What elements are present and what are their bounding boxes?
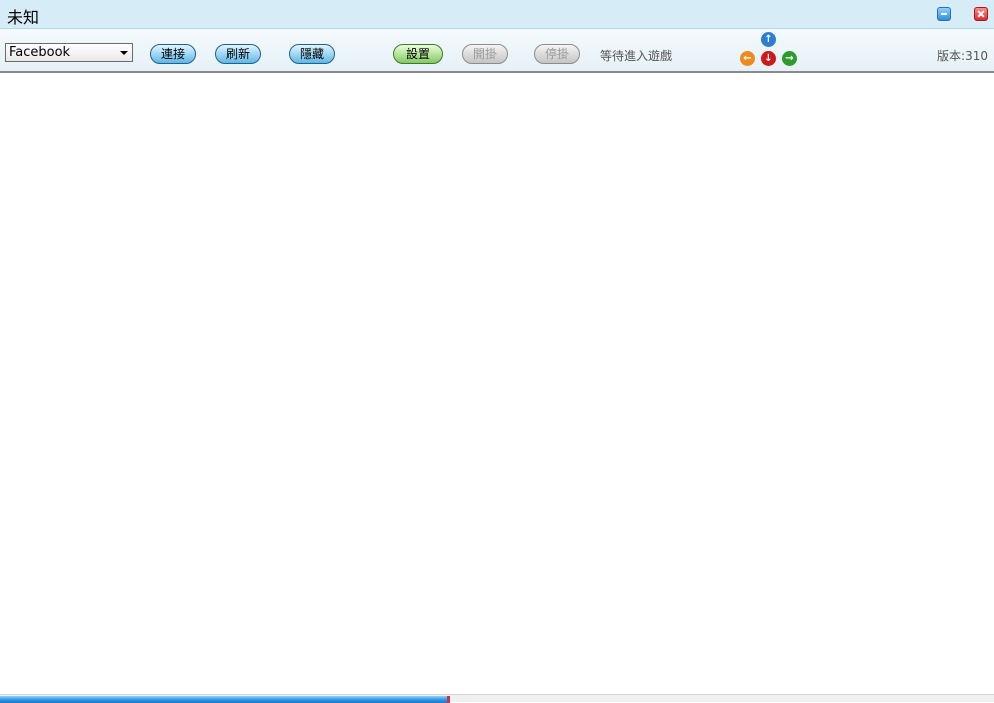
connect-button[interactable]: 連接: [150, 44, 196, 64]
progress-bar: [0, 694, 994, 703]
arrow-right-icon[interactable]: →: [782, 51, 797, 66]
hide-button[interactable]: 隱藏: [289, 44, 335, 64]
platform-select-value: Facebook: [9, 45, 71, 60]
arrow-down-icon[interactable]: ↓: [761, 51, 776, 66]
refresh-button[interactable]: 刷新: [215, 44, 261, 64]
platform-select[interactable]: Facebook: [5, 43, 133, 62]
version-label: 版本:310: [937, 49, 988, 63]
stop-button[interactable]: 停掛: [534, 44, 580, 64]
chevron-down-icon: [120, 51, 128, 55]
title-bar: 未知: [0, 0, 994, 29]
status-text: 等待進入遊戲: [600, 49, 673, 63]
arrow-up-icon[interactable]: ↑: [761, 32, 776, 47]
close-icon[interactable]: [974, 7, 988, 21]
toolbar: Facebook 連接 刷新 隱藏 設置 開掛 停掛 等待進入遊戲 ↑ ← ↓ …: [0, 29, 994, 73]
settings-button[interactable]: 設置: [393, 44, 443, 64]
start-button[interactable]: 開掛: [462, 44, 508, 64]
window-title: 未知: [7, 8, 40, 27]
arrow-left-icon[interactable]: ←: [740, 51, 755, 66]
minimize-icon[interactable]: [937, 7, 951, 21]
content-area: [0, 73, 994, 694]
